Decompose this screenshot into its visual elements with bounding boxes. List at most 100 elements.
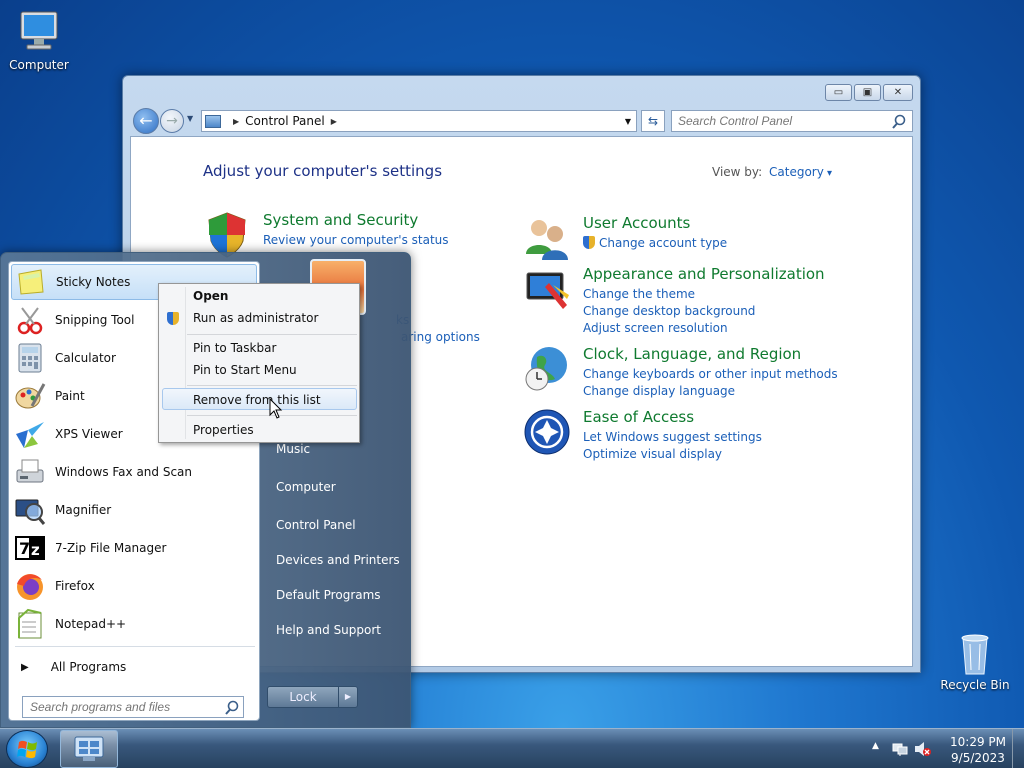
category-link[interactable]: Optimize visual display	[583, 447, 722, 461]
breadcrumb-arrow-icon[interactable]: ▶	[331, 117, 337, 126]
computer-icon	[15, 10, 63, 54]
svg-text:7: 7	[19, 539, 30, 558]
category-title[interactable]: Ease of Access	[583, 408, 694, 426]
category-title[interactable]: User Accounts	[583, 214, 690, 232]
navigation-bar: ← → ▼ ▶ Control Panel ▶ ▼ ⇆	[131, 106, 913, 134]
program-label: Calculator	[55, 351, 116, 365]
shutdown-options-button[interactable]: ▶	[338, 686, 358, 708]
close-button[interactable]: ✕	[883, 84, 913, 101]
program-item-7zip[interactable]: 7 z 7-Zip File Manager	[11, 530, 257, 566]
program-item-firefox[interactable]: Firefox	[11, 568, 257, 604]
program-label: Notepad++	[55, 617, 127, 631]
start-link-help-support[interactable]: Help and Support	[276, 623, 406, 637]
snipping-tool-icon	[17, 307, 43, 335]
xps-viewer-icon	[16, 422, 44, 448]
all-programs-button[interactable]: ▶ All Programs	[21, 660, 126, 674]
context-menu-pin-taskbar[interactable]: Pin to Taskbar	[193, 341, 276, 355]
category-link[interactable]: Adjust screen resolution	[583, 321, 728, 335]
start-menu-divider	[15, 646, 255, 647]
program-item-fax-scan[interactable]: Windows Fax and Scan	[11, 454, 257, 490]
clock-time: 10:29 PM	[950, 735, 1006, 749]
start-link-music[interactable]: Music	[276, 442, 406, 456]
show-hidden-icons-button[interactable]: ▲	[872, 741, 879, 751]
start-button[interactable]	[6, 730, 48, 768]
network-icon[interactable]	[892, 741, 908, 757]
recent-pages-dropdown[interactable]: ▼	[187, 114, 193, 123]
recycle-bin-icon	[951, 630, 999, 675]
program-label: Firefox	[55, 579, 95, 593]
view-by-dropdown[interactable]: Category	[769, 165, 832, 179]
category-title[interactable]: Clock, Language, and Region	[583, 345, 801, 363]
notepad-plus-icon	[18, 608, 42, 639]
clock-date: 9/5/2023	[951, 751, 1005, 765]
show-desktop-button[interactable]	[1012, 729, 1024, 768]
context-menu-pin-start[interactable]: Pin to Start Menu	[193, 363, 297, 377]
category-link[interactable]: Review your computer's status	[263, 233, 449, 247]
triangle-right-icon: ▶	[21, 661, 29, 673]
globe-clock-icon	[525, 347, 567, 391]
category-link[interactable]: Change display language	[583, 384, 735, 398]
windows-logo-icon	[17, 740, 37, 759]
search-icon[interactable]	[891, 114, 907, 130]
desktop-icon-recycle-bin[interactable]: Recycle Bin	[938, 630, 1012, 692]
program-label: Sticky Notes	[56, 275, 131, 289]
category-link[interactable]: Let Windows suggest settings	[583, 430, 762, 444]
program-label: Windows Fax and Scan	[55, 465, 193, 479]
context-menu: Open Run as administrator Pin to Taskbar…	[158, 283, 360, 443]
context-menu-run-as-admin[interactable]: Run as administrator	[193, 311, 318, 325]
back-button[interactable]: ←	[133, 108, 159, 134]
calculator-icon	[18, 343, 42, 373]
context-menu-separator	[187, 334, 357, 335]
program-item-notepad-plus[interactable]: Notepad++	[11, 606, 257, 642]
program-label: Paint	[55, 389, 85, 403]
start-link-computer[interactable]: Computer	[276, 480, 406, 494]
start-link-devices-printers[interactable]: Devices and Printers	[276, 553, 406, 567]
program-label: Magnifier	[55, 503, 112, 517]
context-menu-remove[interactable]: Remove from this list	[193, 393, 321, 407]
minimize-button[interactable]: ▭	[825, 84, 852, 101]
desktop-icon-computer[interactable]: Computer	[2, 10, 76, 72]
context-menu-open[interactable]: Open	[193, 289, 228, 303]
address-bar[interactable]: ▶ Control Panel ▶ ▼	[201, 110, 637, 132]
volume-muted-icon[interactable]	[914, 741, 932, 757]
forward-button[interactable]: →	[160, 109, 184, 133]
search-icon[interactable]	[224, 700, 240, 716]
start-link-control-panel[interactable]: Control Panel	[276, 518, 406, 532]
category-link[interactable]: Change the theme	[583, 287, 695, 301]
search-control-panel-input[interactable]	[671, 110, 913, 132]
category-link-partial[interactable]: aring options	[401, 330, 480, 344]
category-link[interactable]: Change account type	[599, 236, 727, 250]
uac-shield-link: Change account type	[583, 236, 727, 250]
uac-shield-icon	[167, 312, 179, 325]
users-icon	[526, 220, 568, 260]
program-item-magnifier[interactable]: Magnifier	[11, 492, 257, 528]
breadcrumb-control-panel[interactable]: Control Panel	[245, 114, 325, 128]
category-title[interactable]: System and Security	[263, 211, 418, 229]
taskbar: ▲ 10:29 PM 9/5/2023	[0, 728, 1024, 768]
all-programs-label: All Programs	[50, 660, 127, 674]
lock-button[interactable]: Lock	[267, 686, 339, 708]
page-title: Adjust your computer's settings	[203, 162, 443, 180]
restore-button[interactable]: ▣	[854, 84, 881, 101]
start-link-default-programs[interactable]: Default Programs	[276, 588, 406, 602]
clock[interactable]: 10:29 PM 9/5/2023	[938, 734, 1018, 766]
program-label: Snipping Tool	[55, 313, 135, 327]
taskbar-control-panel-button[interactable]	[60, 730, 118, 768]
control-panel-icon	[74, 736, 104, 761]
search-programs-input[interactable]	[22, 696, 244, 718]
refresh-button[interactable]: ⇆	[641, 110, 665, 132]
window-controls: ▭ ▣ ✕	[825, 84, 913, 101]
paint-icon	[15, 383, 46, 409]
context-menu-properties[interactable]: Properties	[193, 423, 254, 437]
7zip-icon: 7 z	[15, 536, 45, 560]
breadcrumb-arrow-icon[interactable]: ▶	[233, 117, 239, 126]
svg-text:z: z	[31, 541, 40, 559]
category-link[interactable]: Change desktop background	[583, 304, 755, 318]
category-title[interactable]: Appearance and Personalization	[583, 265, 825, 283]
firefox-icon	[17, 574, 43, 600]
sticky-notes-icon	[18, 269, 44, 295]
desktop-icon-label: Computer	[9, 58, 69, 72]
category-link[interactable]: Change keyboards or other input methods	[583, 367, 838, 381]
address-dropdown-icon[interactable]: ▼	[625, 117, 631, 126]
uac-shield-icon	[583, 236, 595, 249]
